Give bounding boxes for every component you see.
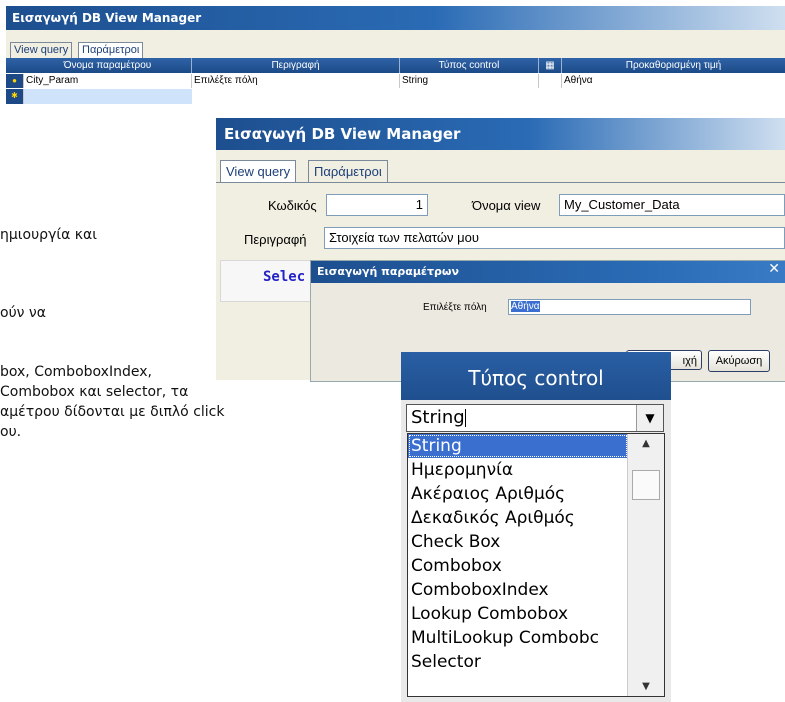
code-label: Κωδικός (268, 198, 317, 213)
doc-text-line-3: box, ComboboxIndex, (0, 364, 152, 380)
option-date[interactable]: Ημερομηνία (408, 458, 664, 482)
window-title: Εισαγωγή DB View Manager (6, 6, 785, 30)
city-label: Επιλέξτε πόλη (423, 302, 487, 313)
cancel-button[interactable]: Ακύρωση (708, 350, 770, 372)
new-row[interactable] (24, 89, 192, 104)
col-header-icon[interactable]: ▦ (539, 58, 562, 73)
scroll-up-icon[interactable]: ▲ (628, 438, 664, 449)
option-combobox[interactable]: Combobox (408, 554, 664, 578)
option-lookup-combobox[interactable]: Lookup Combobox (408, 602, 664, 626)
city-value: Αθήνα (511, 301, 540, 312)
row-indicator-icon: ● (6, 74, 24, 88)
view-name-label: Όνομα view (472, 198, 541, 213)
tab-divider (216, 182, 785, 183)
col-header-name[interactable]: Όνομα παραμέτρου (24, 58, 192, 73)
scrollbar-thumb[interactable] (632, 470, 660, 500)
option-comboboxindex[interactable]: ComboboxIndex (408, 578, 664, 602)
doc-text-line-1: ημιουργία και (0, 227, 97, 243)
cell-param-default[interactable]: Αθήνα (562, 74, 785, 88)
options-scrollbar[interactable]: ▲ ▼ (627, 434, 664, 696)
description-field[interactable]: Στοιχεία των πελατών μου (324, 227, 785, 249)
query-editor[interactable]: Selec (220, 260, 312, 302)
tab-panel: View query Παράμετροι Όνομα παραμέτρου Π… (6, 30, 785, 124)
scroll-down-icon[interactable]: ▼ (628, 681, 664, 692)
option-decimal[interactable]: Δεκαδικός Αριθμός (408, 506, 664, 530)
new-row-indicator-icon: ✱ (6, 89, 24, 104)
tab-parameters[interactable]: Παράμετροι (308, 160, 388, 183)
selected-value: String (411, 407, 465, 428)
doc-text-line-2: ούν να (0, 305, 46, 321)
option-integer[interactable]: Ακέραιος Αριθμός (408, 482, 664, 506)
description-label: Περιγραφή (244, 232, 307, 247)
control-type-header: Τύπος control (401, 352, 671, 400)
dialog-title: Εισαγωγή παραμέτρων (311, 261, 785, 283)
tab-view-query[interactable]: View query (10, 42, 73, 58)
tab-view-query[interactable]: View query (220, 160, 297, 183)
tab-parameters[interactable]: Παράμετροι (78, 42, 144, 58)
option-selector[interactable]: Selector (408, 650, 664, 674)
window-title: Εισαγωγή DB View Manager (216, 118, 785, 150)
close-icon[interactable]: ✕ (768, 261, 780, 277)
grid-corner (6, 58, 25, 73)
city-field[interactable]: Αθήνα (508, 299, 751, 315)
cell-param-type[interactable]: String (400, 74, 539, 88)
code-field[interactable]: 1 (326, 194, 428, 216)
parameters-window: Εισαγωγή DB View Manager View query Παρά… (6, 6, 785, 124)
view-name-field[interactable]: My_Customer_Data (559, 194, 785, 216)
control-type-dropdown-zoom: Τύπος control String ▼ String Ημερομηνία… (401, 352, 671, 702)
doc-text-line-4: Combobox και selector, τα (0, 384, 189, 400)
text-caret (464, 409, 466, 427)
doc-text-line-5: αμέτρου δίδονται με διπλό click (0, 404, 225, 420)
control-type-options: String Ημερομηνία Ακέραιος Αριθμός Δεκαδ… (407, 433, 665, 697)
cell-param-name[interactable]: City_Param (24, 74, 192, 88)
parameters-grid: Όνομα παραμέτρου Περιγραφή Τύπος control… (6, 58, 785, 124)
col-header-description[interactable]: Περιγραφή (192, 58, 400, 73)
option-checkbox[interactable]: Check Box (408, 530, 664, 554)
option-string[interactable]: String (408, 434, 628, 458)
option-multilookup-combobox[interactable]: MultiLookup Combobc (408, 626, 664, 650)
doc-text-line-6: ου. (0, 424, 22, 440)
query-text: Selec (263, 269, 306, 285)
cell-param-description[interactable]: Επιλέξτε πόλη (192, 74, 400, 88)
col-header-type[interactable]: Τύπος control (400, 58, 539, 73)
control-type-select[interactable]: String ▼ (406, 404, 664, 432)
dropdown-arrow-icon[interactable]: ▼ (636, 405, 663, 431)
col-header-default[interactable]: Προκαθορισμένη τιμή (562, 58, 785, 73)
cell-param-flag[interactable] (539, 74, 562, 88)
